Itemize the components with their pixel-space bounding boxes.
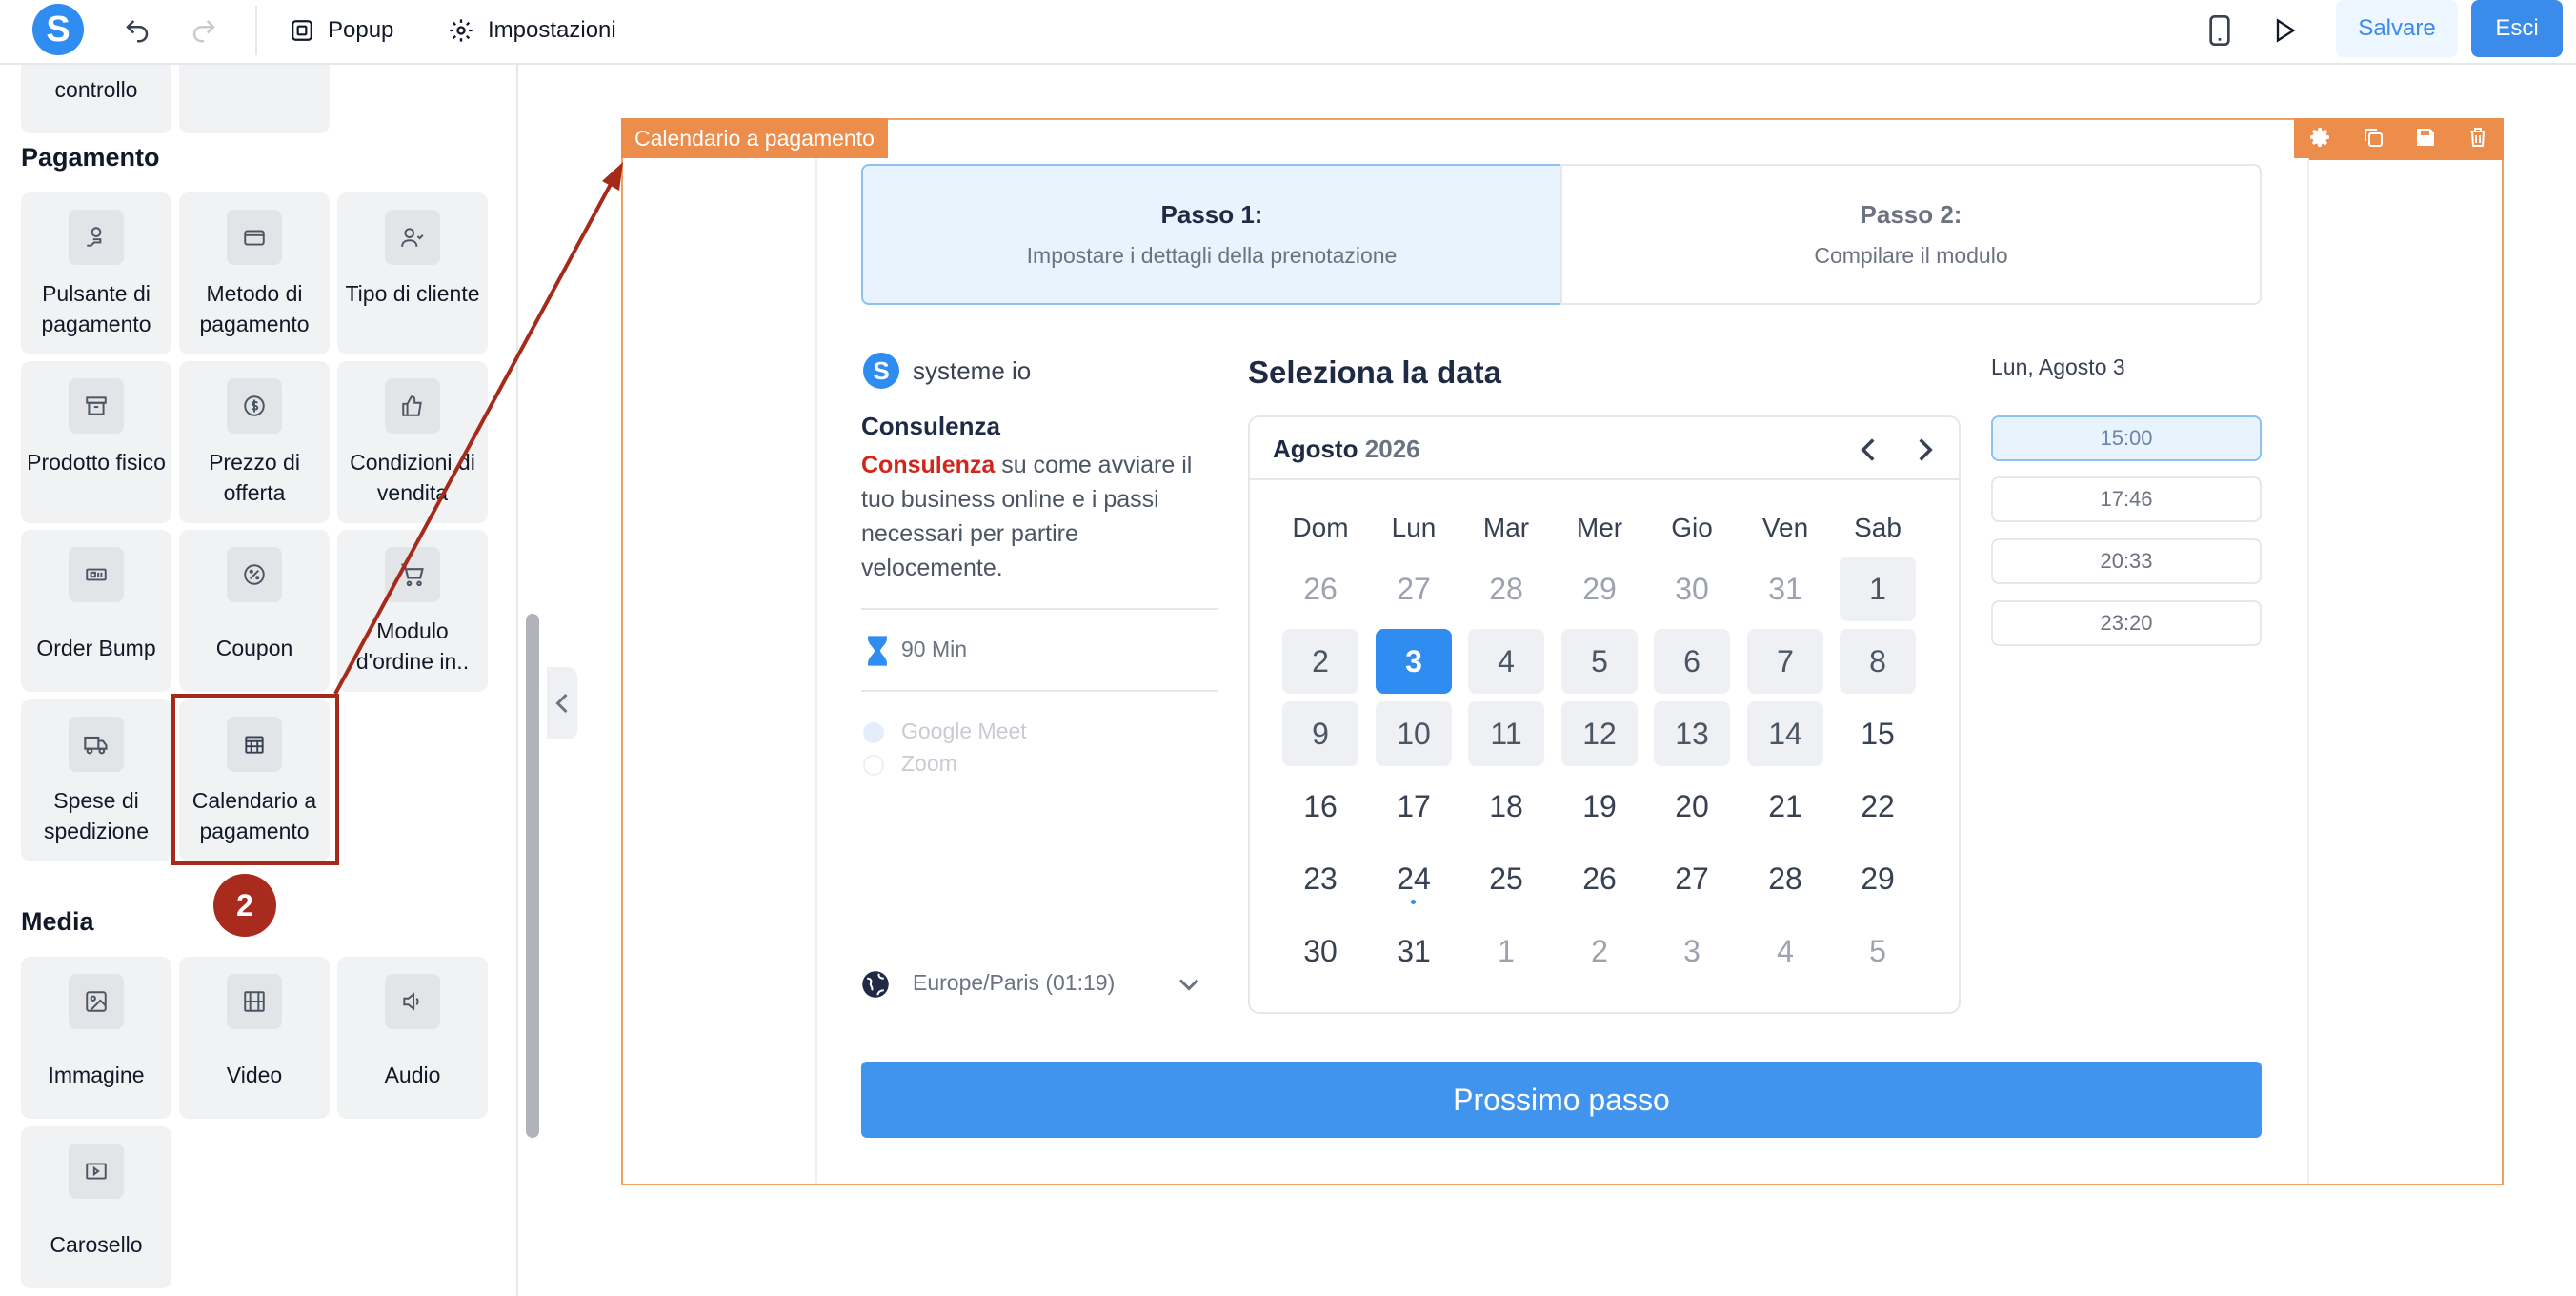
annotation-arrow-head <box>602 162 623 191</box>
annotation-arrow <box>333 162 623 695</box>
annotation-arrow-line <box>333 174 617 695</box>
